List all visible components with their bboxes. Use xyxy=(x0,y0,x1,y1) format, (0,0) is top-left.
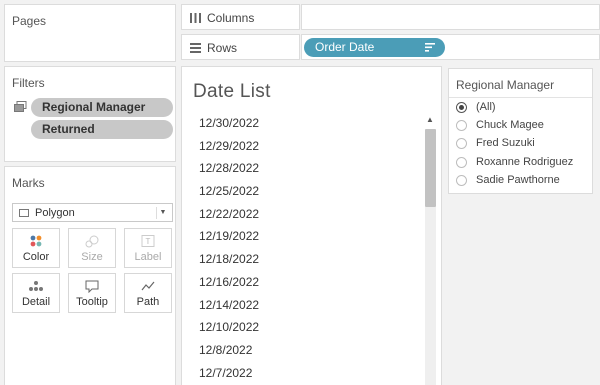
radio-unchecked-icon[interactable] xyxy=(456,174,467,186)
path-button-label: Path xyxy=(136,296,160,308)
date-row[interactable]: 12/14/2022 xyxy=(199,294,419,317)
radio-checked-icon[interactable] xyxy=(456,102,467,113)
filter-stack-icon xyxy=(14,101,27,112)
rows-shelf-label: Rows xyxy=(181,34,300,60)
vertical-scrollbar[interactable]: ▲ xyxy=(423,115,437,385)
rows-shelf[interactable]: Order Date xyxy=(301,34,600,60)
pages-title: Pages xyxy=(12,14,47,28)
radio-option-label: (All) xyxy=(476,101,496,113)
date-row[interactable]: 12/10/2022 xyxy=(199,316,419,339)
color-button[interactable]: Color xyxy=(12,228,60,268)
date-row[interactable]: 12/22/2022 xyxy=(199,203,419,226)
radio-unchecked-icon[interactable] xyxy=(456,138,467,150)
chevron-down-icon[interactable]: ▼ xyxy=(156,207,169,219)
radio-unchecked-icon[interactable] xyxy=(456,156,467,168)
quick-filter-title: Regional Manager xyxy=(456,78,555,92)
marks-title: Marks xyxy=(12,176,45,190)
path-icon xyxy=(141,281,155,291)
order-date-pill-label: Order Date xyxy=(315,40,375,54)
path-button[interactable]: Path xyxy=(124,273,172,313)
date-row[interactable]: 12/16/2022 xyxy=(199,271,419,294)
rows-label: Rows xyxy=(207,41,238,55)
view-canvas: Date List 12/30/2022 12/29/2022 12/28/2022… xyxy=(181,66,442,385)
polygon-icon xyxy=(19,209,29,217)
color-dots-icon xyxy=(30,235,42,247)
size-icon xyxy=(85,235,99,248)
tooltip-button[interactable]: Tooltip xyxy=(68,273,116,313)
filter-pill-returned[interactable]: Returned xyxy=(31,120,173,139)
columns-shelf[interactable] xyxy=(301,4,600,30)
filters-card[interactable]: Filters Regional Manager Returned xyxy=(4,66,176,162)
filter-pill-regional-manager[interactable]: Regional Manager xyxy=(31,98,173,117)
order-date-pill[interactable]: Order Date xyxy=(304,38,445,57)
radio-option-label: Fred Suzuki xyxy=(476,137,535,150)
date-row[interactable]: 12/28/2022 xyxy=(199,157,419,180)
pages-card[interactable]: Pages xyxy=(4,4,176,62)
scroll-thumb[interactable] xyxy=(425,129,436,207)
rows-icon xyxy=(190,43,201,53)
date-row[interactable]: 12/19/2022 xyxy=(199,225,419,248)
mark-type-dropdown[interactable]: Polygon ▼ xyxy=(12,203,173,222)
date-list: 12/30/2022 12/29/2022 12/28/2022 12/25/2022… xyxy=(199,112,419,384)
label-button-label: Label xyxy=(134,251,162,263)
view-title: Date List xyxy=(193,81,271,102)
columns-icon xyxy=(190,13,201,23)
tooltip-button-label: Tooltip xyxy=(76,296,108,308)
date-row[interactable]: 12/29/2022 xyxy=(199,135,419,158)
tooltip-icon xyxy=(85,280,99,293)
detail-button-label: Detail xyxy=(21,296,51,308)
columns-label: Columns xyxy=(207,11,255,25)
date-row[interactable]: 12/7/2022 xyxy=(199,362,419,385)
quick-filter-divider xyxy=(449,97,592,98)
radio-option-label: Sadie Pawthorne xyxy=(476,173,560,186)
radio-option-label: Roxanne Rodriguez xyxy=(476,155,574,168)
date-row[interactable]: 12/30/2022 xyxy=(199,112,419,135)
regional-manager-quick-filter: Regional Manager (All) Chuck Magee Fred Su… xyxy=(448,68,593,194)
radio-option-label: Chuck Magee xyxy=(476,119,544,132)
detail-button[interactable]: Detail xyxy=(12,273,60,313)
label-icon: T xyxy=(141,235,155,247)
size-button-label: Size xyxy=(81,251,103,263)
columns-shelf-label: Columns xyxy=(181,4,300,30)
sort-descending-icon[interactable] xyxy=(425,43,435,52)
label-button[interactable]: T Label xyxy=(124,228,172,268)
size-button[interactable]: Size xyxy=(68,228,116,268)
marks-card: Marks Polygon ▼ Color Size T Label Detai… xyxy=(4,166,176,385)
svg-text:T: T xyxy=(146,237,151,246)
scroll-up-icon[interactable]: ▲ xyxy=(426,115,434,124)
mark-type-label: Polygon xyxy=(35,207,75,219)
scroll-track[interactable] xyxy=(425,207,436,385)
date-row[interactable]: 12/18/2022 xyxy=(199,248,419,271)
date-row[interactable]: 12/8/2022 xyxy=(199,339,419,362)
date-row[interactable]: 12/25/2022 xyxy=(199,180,419,203)
detail-icon xyxy=(29,281,43,291)
filters-title: Filters xyxy=(12,76,45,90)
radio-unchecked-icon[interactable] xyxy=(456,120,467,132)
color-button-label: Color xyxy=(22,251,50,263)
